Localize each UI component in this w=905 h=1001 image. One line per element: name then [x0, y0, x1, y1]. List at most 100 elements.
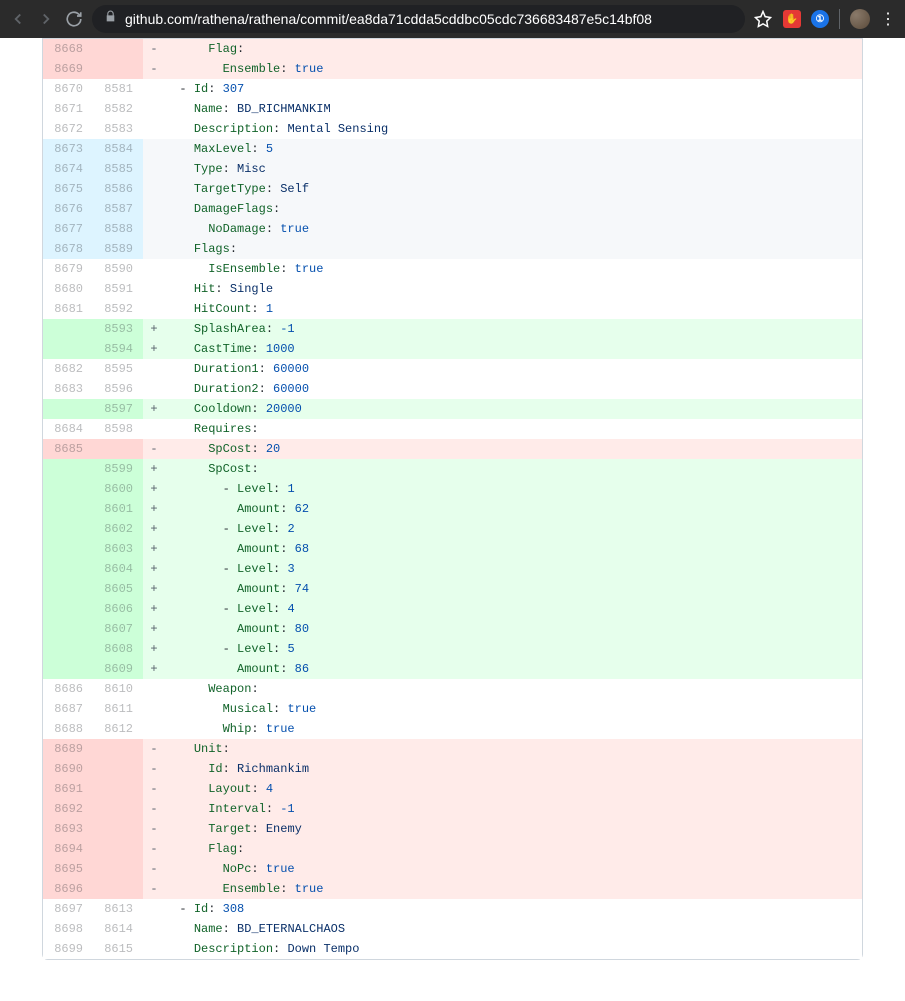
line-number-new[interactable]: 8600 — [93, 479, 143, 499]
browser-menu-icon[interactable]: ⋮ — [880, 9, 897, 29]
line-number-old[interactable]: 8685 — [43, 439, 93, 459]
line-number-old[interactable]: 8680 — [43, 279, 93, 299]
line-number-new[interactable]: 8587 — [93, 199, 143, 219]
code-cell[interactable]: - Level: 5 — [165, 639, 862, 659]
line-number-old[interactable]: 8693 — [43, 819, 93, 839]
reload-button[interactable] — [64, 9, 84, 29]
code-cell[interactable]: CastTime: 1000 — [165, 339, 862, 359]
line-number-new[interactable] — [93, 819, 143, 839]
code-cell[interactable]: Flag: — [165, 839, 862, 859]
line-number-new[interactable] — [93, 439, 143, 459]
line-number-new[interactable]: 8581 — [93, 79, 143, 99]
extension-ublock-icon[interactable]: ✋ — [783, 10, 801, 28]
code-cell[interactable]: SpCost: — [165, 459, 862, 479]
line-number-old[interactable]: 8699 — [43, 939, 93, 959]
code-cell[interactable]: SpCost: 20 — [165, 439, 862, 459]
line-number-old[interactable] — [43, 559, 93, 579]
code-cell[interactable]: Amount: 74 — [165, 579, 862, 599]
line-number-new[interactable]: 8597 — [93, 399, 143, 419]
line-number-new[interactable] — [93, 779, 143, 799]
line-number-old[interactable]: 8677 — [43, 219, 93, 239]
code-cell[interactable]: Name: BD_ETERNALCHAOS — [165, 919, 862, 939]
line-number-new[interactable]: 8614 — [93, 919, 143, 939]
line-number-new[interactable] — [93, 39, 143, 59]
line-number-new[interactable]: 8586 — [93, 179, 143, 199]
code-cell[interactable]: Target: Enemy — [165, 819, 862, 839]
line-number-new[interactable]: 8599 — [93, 459, 143, 479]
line-number-new[interactable]: 8615 — [93, 939, 143, 959]
line-number-old[interactable] — [43, 579, 93, 599]
line-number-new[interactable]: 8605 — [93, 579, 143, 599]
code-cell[interactable]: IsEnsemble: true — [165, 259, 862, 279]
code-cell[interactable]: Weapon: — [165, 679, 862, 699]
line-number-old[interactable]: 8679 — [43, 259, 93, 279]
line-number-old[interactable] — [43, 519, 93, 539]
line-number-new[interactable] — [93, 859, 143, 879]
line-number-new[interactable] — [93, 759, 143, 779]
line-number-new[interactable]: 8603 — [93, 539, 143, 559]
code-cell[interactable]: Duration2: 60000 — [165, 379, 862, 399]
line-number-new[interactable]: 8607 — [93, 619, 143, 639]
line-number-old[interactable]: 8668 — [43, 39, 93, 59]
line-number-new[interactable]: 8583 — [93, 119, 143, 139]
line-number-old[interactable] — [43, 659, 93, 679]
code-cell[interactable]: NoPc: true — [165, 859, 862, 879]
code-cell[interactable]: Ensemble: true — [165, 879, 862, 899]
forward-button[interactable] — [36, 9, 56, 29]
line-number-new[interactable]: 8582 — [93, 99, 143, 119]
line-number-old[interactable]: 8670 — [43, 79, 93, 99]
star-icon[interactable] — [753, 9, 773, 29]
code-cell[interactable]: Ensemble: true — [165, 59, 862, 79]
line-number-new[interactable]: 8613 — [93, 899, 143, 919]
line-number-old[interactable] — [43, 339, 93, 359]
line-number-old[interactable]: 8690 — [43, 759, 93, 779]
line-number-new[interactable]: 8612 — [93, 719, 143, 739]
line-number-new[interactable]: 8609 — [93, 659, 143, 679]
code-cell[interactable]: TargetType: Self — [165, 179, 862, 199]
code-cell[interactable]: Whip: true — [165, 719, 862, 739]
line-number-new[interactable]: 8596 — [93, 379, 143, 399]
code-cell[interactable]: - Id: 307 — [165, 79, 862, 99]
line-number-old[interactable]: 8671 — [43, 99, 93, 119]
line-number-old[interactable] — [43, 639, 93, 659]
line-number-new[interactable]: 8584 — [93, 139, 143, 159]
code-cell[interactable]: Description: Down Tempo — [165, 939, 862, 959]
code-cell[interactable]: Name: BD_RICHMANKIM — [165, 99, 862, 119]
code-cell[interactable]: - Id: 308 — [165, 899, 862, 919]
code-cell[interactable]: Hit: Single — [165, 279, 862, 299]
line-number-old[interactable]: 8688 — [43, 719, 93, 739]
code-cell[interactable]: Amount: 68 — [165, 539, 862, 559]
code-cell[interactable]: Description: Mental Sensing — [165, 119, 862, 139]
line-number-old[interactable]: 8681 — [43, 299, 93, 319]
code-cell[interactable]: Cooldown: 20000 — [165, 399, 862, 419]
line-number-new[interactable]: 8610 — [93, 679, 143, 699]
back-button[interactable] — [8, 9, 28, 29]
line-number-new[interactable]: 8593 — [93, 319, 143, 339]
code-cell[interactable]: SplashArea: -1 — [165, 319, 862, 339]
line-number-new[interactable]: 8591 — [93, 279, 143, 299]
line-number-old[interactable] — [43, 459, 93, 479]
line-number-old[interactable]: 8689 — [43, 739, 93, 759]
line-number-new[interactable]: 8601 — [93, 499, 143, 519]
line-number-old[interactable]: 8675 — [43, 179, 93, 199]
line-number-new[interactable] — [93, 799, 143, 819]
code-cell[interactable]: - Level: 3 — [165, 559, 862, 579]
url-bar[interactable]: github.com/rathena/rathena/commit/ea8da7… — [92, 5, 745, 33]
line-number-old[interactable]: 8683 — [43, 379, 93, 399]
line-number-old[interactable]: 8678 — [43, 239, 93, 259]
code-cell[interactable]: Id: Richmankim — [165, 759, 862, 779]
line-number-old[interactable] — [43, 619, 93, 639]
code-cell[interactable]: Flags: — [165, 239, 862, 259]
code-cell[interactable]: - Level: 2 — [165, 519, 862, 539]
line-number-old[interactable] — [43, 499, 93, 519]
code-cell[interactable]: MaxLevel: 5 — [165, 139, 862, 159]
line-number-new[interactable]: 8608 — [93, 639, 143, 659]
line-number-old[interactable] — [43, 479, 93, 499]
code-cell[interactable]: - Level: 1 — [165, 479, 862, 499]
line-number-new[interactable]: 8585 — [93, 159, 143, 179]
code-cell[interactable]: Duration1: 60000 — [165, 359, 862, 379]
line-number-new[interactable] — [93, 879, 143, 899]
line-number-old[interactable]: 8674 — [43, 159, 93, 179]
code-cell[interactable]: Amount: 86 — [165, 659, 862, 679]
line-number-new[interactable]: 8595 — [93, 359, 143, 379]
